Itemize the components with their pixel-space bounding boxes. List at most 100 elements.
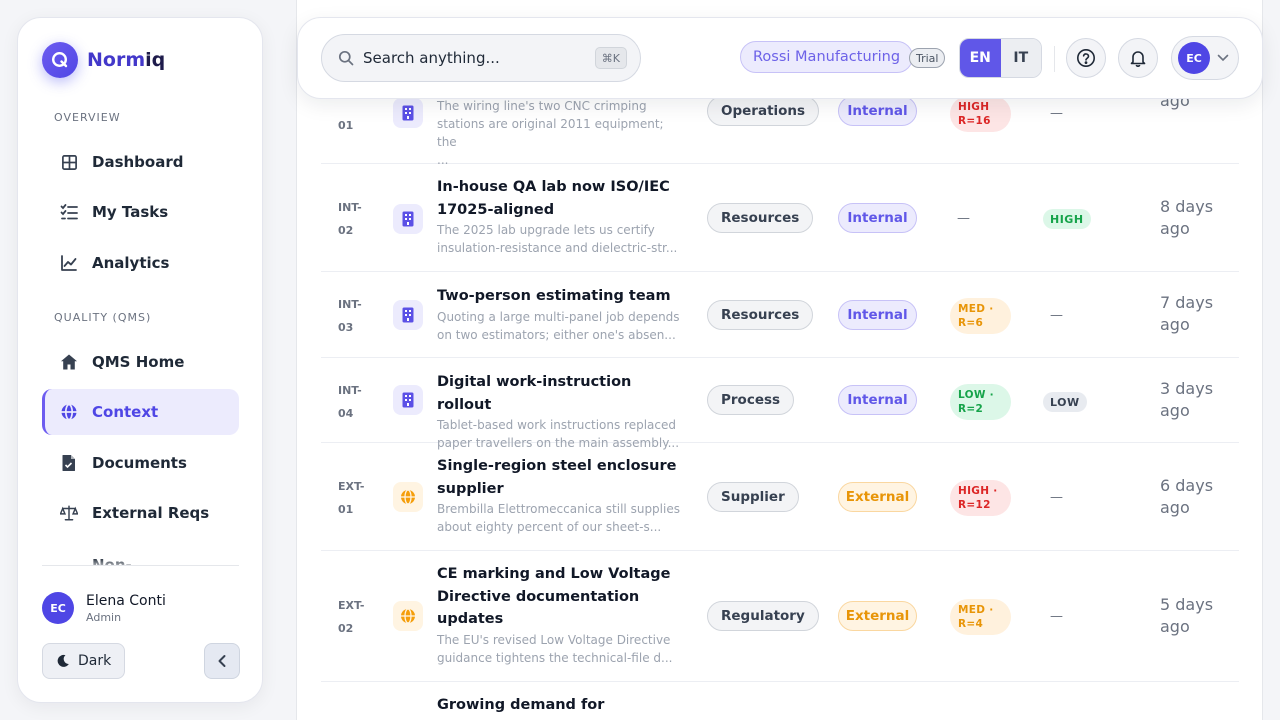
scope-pill: External [838, 482, 917, 512]
sidebar-item-qms-home[interactable]: QMS Home [42, 339, 239, 385]
user-name: Elena Conti [86, 592, 166, 609]
brand-name: Normiq [87, 49, 166, 71]
issue-description: The 2025 lab upgrade lets us certify insu… [437, 223, 678, 255]
logo-icon [42, 42, 78, 78]
scope-pill: Internal [838, 203, 917, 233]
table-row[interactable]: INT- 02 In-house QA lab now ISO/IEC 17025-… [321, 164, 1239, 272]
sidebar-item-context[interactable]: Context [42, 389, 239, 435]
sidebar-item-label: Analytics [92, 254, 170, 272]
priority-empty: — [1050, 490, 1063, 505]
collapse-sidebar-button[interactable] [204, 643, 240, 679]
table-row[interactable]: EXT- 02 CE marking and Low Voltage Directi… [321, 551, 1239, 682]
sidebar-item-dashboard[interactable]: Dashboard [42, 139, 239, 185]
chevron-left-icon [217, 654, 227, 668]
issue-title[interactable]: CE marking and Low Voltage Directive docu… [437, 563, 687, 631]
category-pill: Regulatory [707, 601, 819, 631]
sidebar-item-label: Documents [92, 454, 187, 472]
scope-pill: Internal [838, 300, 917, 330]
divider [1054, 46, 1055, 72]
priority-empty: — [1050, 308, 1063, 323]
sidebar-item-label: Context [92, 403, 159, 421]
search-placeholder: Search anything... [363, 49, 500, 67]
sidebar-item-external-reqs[interactable]: External Reqs [42, 490, 239, 536]
issue-id: INT- 04 [338, 384, 362, 420]
top-bar: Search anything... ⌘K Rossi Manufacturin… [297, 17, 1263, 99]
sidebar-item-analytics[interactable]: Analytics [42, 240, 239, 286]
category-pill: Resources [707, 203, 814, 233]
priority-pill: HIGH [1043, 209, 1091, 229]
search-input[interactable]: Search anything... ⌘K [321, 34, 641, 82]
issue-id: EXT- 01 [338, 480, 365, 516]
grid-icon [60, 153, 78, 171]
issue-id: INT- 03 [338, 298, 362, 334]
moon-icon [56, 654, 70, 668]
issue-title-block: Digital work-instruction rollout Tablet-… [437, 371, 687, 452]
updated-time: 7 days ago [1160, 293, 1214, 334]
sidebar: Normiq OVERVIEW Dashboard My Tasks Analy… [17, 17, 263, 703]
table-row[interactable]: Growing demand for [321, 682, 1239, 720]
issue-title-block: In-house QA lab now ISO/IEC 17025-aligned… [437, 176, 687, 257]
issue-description: The EU's revised Low Voltage Directive gu… [437, 632, 673, 665]
risk-pill: MED · R=6 [950, 298, 1011, 334]
brand[interactable]: Normiq [42, 42, 165, 78]
issue-title[interactable]: Two-person estimating team [437, 285, 687, 308]
issue-id: EXT- 02 [338, 599, 365, 635]
issue-title-block: Single-region steel enclosure supplier Br… [437, 455, 687, 536]
category-pill: Process [707, 385, 795, 415]
context-issues-table: 01 The wiring line's two CNC crimping sta… [296, 0, 1263, 720]
building-icon [393, 98, 423, 128]
section-overview: OVERVIEW [54, 111, 121, 124]
notifications-button[interactable] [1118, 38, 1158, 78]
nav-fade [18, 558, 262, 570]
risk-pill: HIGH R=16 [950, 96, 1011, 132]
sidebar-item-label: Dashboard [92, 153, 184, 171]
table-row[interactable]: EXT- 01 Single-region steel enclosure supp… [321, 443, 1239, 551]
lang-it-button[interactable]: IT [1000, 39, 1041, 77]
building-icon [393, 300, 423, 330]
line-chart-icon [60, 254, 78, 272]
avatar: EC [1178, 42, 1210, 74]
document-icon [60, 454, 78, 472]
scope-pill: Internal [838, 385, 917, 415]
help-icon [1076, 48, 1096, 68]
priority-empty: — [1050, 106, 1063, 121]
issue-description: Quoting a large multi-panel job depends o… [437, 309, 680, 342]
org-switcher[interactable]: Rossi Manufacturing [740, 41, 914, 73]
help-button[interactable] [1066, 38, 1106, 78]
search-icon [338, 50, 354, 66]
category-pill: Operations [707, 96, 820, 126]
building-icon [393, 204, 423, 234]
globe-icon [393, 482, 423, 512]
issue-title-block: CE marking and Low Voltage Directive docu… [437, 563, 687, 667]
dark-mode-button[interactable]: Dark [42, 643, 125, 679]
issue-description: The wiring line's two CNC crimping statio… [437, 99, 664, 167]
user-card[interactable]: EC Elena Conti Admin [42, 592, 166, 624]
scope-pill: Internal [838, 96, 917, 126]
bell-icon [1129, 49, 1147, 67]
user-role: Admin [86, 610, 122, 624]
table-row[interactable]: INT- 03 Two-person estimating team Quotin… [321, 272, 1239, 358]
issue-title[interactable]: Digital work-instruction rollout [437, 371, 687, 416]
section-quality: QUALITY (QMS) [54, 311, 152, 324]
issue-id: INT- 02 [338, 201, 362, 237]
issue-title[interactable]: Single-region steel enclosure supplier [437, 455, 687, 500]
table-row[interactable]: INT- 04 Digital work-instruction rollout … [321, 358, 1239, 450]
category-pill: Resources [707, 300, 814, 330]
lang-en-button[interactable]: EN [960, 39, 1001, 77]
updated-time: 6 days ago [1160, 476, 1214, 517]
globe-icon [393, 601, 423, 631]
sidebar-item-documents[interactable]: Documents [42, 440, 239, 486]
chevron-down-icon [1217, 54, 1229, 62]
risk-pill: MED · R=4 [950, 599, 1011, 635]
priority-empty: — [1050, 609, 1063, 624]
issue-title-block: Growing demand for [437, 694, 687, 717]
profile-menu[interactable]: EC [1171, 36, 1239, 80]
avatar: EC [42, 592, 74, 624]
sidebar-item-label: My Tasks [92, 203, 169, 221]
plan-badge: Trial [909, 48, 946, 68]
globe-icon [60, 403, 78, 421]
search-shortcut: ⌘K [594, 47, 627, 69]
issue-title[interactable]: Growing demand for [437, 694, 687, 717]
issue-title[interactable]: In-house QA lab now ISO/IEC 17025-aligned [437, 176, 687, 221]
sidebar-item-my-tasks[interactable]: My Tasks [42, 189, 239, 235]
